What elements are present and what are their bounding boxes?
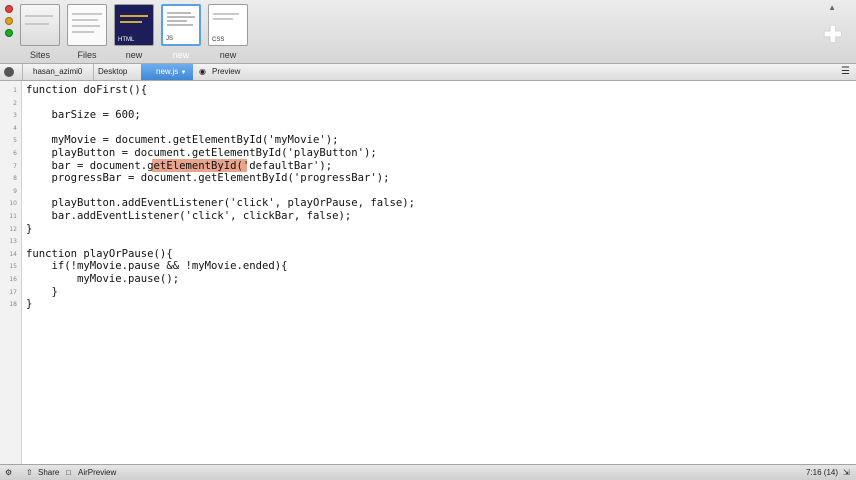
share-label[interactable]: Share bbox=[38, 465, 59, 480]
preview-label: Preview bbox=[212, 67, 241, 76]
code-line: bar = document.getElementById('defaultBa… bbox=[26, 159, 333, 172]
plus-icon[interactable]: ✚ bbox=[824, 22, 842, 48]
code-editor[interactable]: 1 2 3 4 5 6 7 8 9 10 11 12 13 14 15 16 17 18 function doF… bbox=[0, 81, 856, 464]
breadcrumb-desktop[interactable]: Desktop bbox=[98, 64, 127, 80]
line-number: 2 bbox=[13, 99, 17, 107]
code-line: function playOrPause(){ bbox=[26, 247, 173, 260]
collapse-toolbar-icon[interactable]: ▲ bbox=[828, 3, 836, 12]
site-icon[interactable] bbox=[4, 67, 14, 77]
line-number-gutter: 1 2 3 4 5 6 7 8 9 10 11 12 13 14 15 16 17 18 bbox=[0, 81, 22, 464]
breadcrumb-file[interactable]: new.js ▼ bbox=[141, 64, 193, 80]
line-number: 1 bbox=[13, 87, 17, 94]
code-line: progressBar = document.getElementById('p… bbox=[26, 172, 390, 185]
preview-button[interactable]: ◉ Preview bbox=[199, 64, 240, 80]
zoom-window-button[interactable] bbox=[5, 29, 13, 37]
code-line: playButton.addEventListener('click', pla… bbox=[26, 197, 416, 210]
line-number: 6 bbox=[13, 150, 17, 157]
line-number: 17 bbox=[9, 288, 17, 296]
code-line: } bbox=[26, 298, 33, 311]
code-line: if(!myMovie.pause && !myMovie.ended){ bbox=[26, 260, 288, 273]
airpreview-icon: □ bbox=[66, 468, 71, 477]
line-number: 18 bbox=[9, 301, 17, 309]
share-icon: ⇧ bbox=[26, 468, 33, 477]
html-badge: HTML bbox=[118, 37, 135, 43]
js-badge: JS bbox=[166, 36, 174, 42]
line-number: 12 bbox=[9, 225, 17, 233]
code-line: myMovie = document.getElementById('myMov… bbox=[26, 134, 339, 147]
cursor-position: 7:16 (14) bbox=[806, 468, 839, 477]
line-number: 7 bbox=[13, 162, 17, 170]
line-number: 4 bbox=[13, 124, 17, 132]
line-number: 16 bbox=[9, 276, 17, 283]
code-line: bar.addEventListener('click', clickBar, … bbox=[26, 210, 352, 222]
eye-icon: ◉ bbox=[199, 67, 206, 76]
line-number: 14 bbox=[9, 250, 17, 258]
code-line: } bbox=[26, 285, 58, 298]
files-tab[interactable] bbox=[67, 4, 107, 46]
code-line: function doFirst(){ bbox=[26, 84, 148, 96]
file-name: new.js bbox=[156, 67, 179, 76]
resize-icon[interactable]: ⇲ bbox=[843, 465, 850, 480]
chevron-down-icon: ▼ bbox=[180, 70, 187, 76]
js-file-tab[interactable]: JS bbox=[161, 4, 201, 46]
line-number: 13 bbox=[9, 238, 17, 246]
line-number: 8 bbox=[13, 175, 17, 183]
code-line: } bbox=[26, 222, 33, 235]
sites-tab[interactable] bbox=[20, 4, 60, 46]
breadcrumb-user[interactable]: hasan_azimi0 bbox=[33, 64, 82, 80]
line-number: 15 bbox=[9, 263, 17, 271]
gear-icon[interactable]: ⚙ bbox=[5, 465, 12, 480]
code-line: barSize = 600; bbox=[26, 109, 141, 122]
css-tab-label: new bbox=[219, 50, 237, 60]
path-bar: hasan_azimi0 Desktop new.js ▼ ◉ Preview … bbox=[0, 64, 856, 81]
line-number: 11 bbox=[9, 213, 17, 220]
line-number: 5 bbox=[13, 137, 17, 145]
top-toolbar: Sites Files HTML new JS new CSS new ▲ ✚ bbox=[0, 0, 856, 64]
status-bar: ⚙ ⇧ Share □ AirPreview 7:16 (14) ⇲ bbox=[0, 464, 856, 480]
code-line: myMovie.pause(); bbox=[26, 273, 180, 285]
css-file-tab[interactable]: CSS bbox=[208, 4, 248, 46]
line-number: 3 bbox=[13, 112, 17, 120]
close-window-button[interactable] bbox=[5, 5, 13, 13]
airpreview-label[interactable]: AirPreview bbox=[78, 465, 116, 480]
css-badge: CSS bbox=[212, 37, 225, 43]
html-file-tab[interactable]: HTML bbox=[114, 4, 154, 46]
code-line: playButton = document.getElementById('pl… bbox=[26, 147, 377, 159]
minimize-window-button[interactable] bbox=[5, 17, 13, 25]
menu-icon[interactable]: ☰ bbox=[841, 64, 850, 80]
line-number: 10 bbox=[9, 200, 17, 208]
line-number: 9 bbox=[13, 187, 17, 195]
